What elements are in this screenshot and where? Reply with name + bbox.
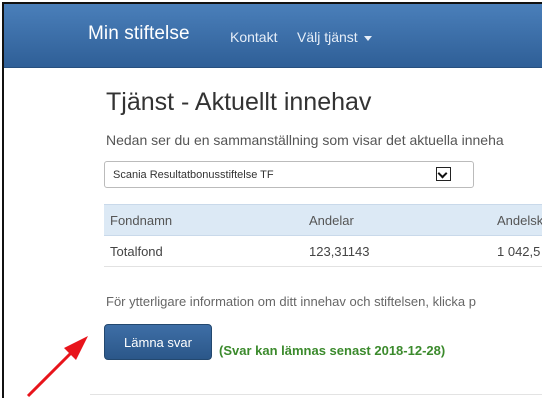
annotation-arrow-icon <box>26 336 88 398</box>
